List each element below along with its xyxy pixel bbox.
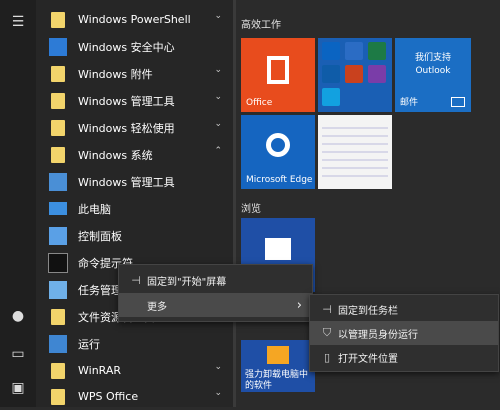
menu-item-pin-taskbar[interactable]: ⊣ 固定到任务栏 [310, 297, 498, 321]
tile-mail[interactable]: 我们支持 Outlook 邮件 [395, 38, 471, 112]
outlook-icon [322, 42, 340, 60]
app-label: WinRAR [78, 364, 122, 377]
left-rail: ☰ ● ▭ ▣ [0, 0, 36, 407]
folder-icon [48, 64, 68, 84]
context-menu: ⊣ 固定到"开始"屏幕 更多 › [118, 264, 313, 322]
app-item-wps[interactable]: WPS Office ⌄ [36, 383, 236, 410]
office-logo-icon [267, 56, 289, 84]
app-item-admin-tools-2[interactable]: Windows 管理工具 [36, 168, 236, 195]
onedrive-icon [322, 65, 340, 83]
chevron-down-icon: ⌄ [214, 65, 222, 75]
documents-icon[interactable]: ▭ [0, 338, 36, 370]
app-item-winrar[interactable]: WinRAR ⌄ [36, 357, 236, 384]
store-bag-icon [265, 238, 291, 260]
app-item-run[interactable]: 运行 [36, 330, 236, 357]
box-icon [267, 346, 289, 364]
tile-label: 强力卸载电脑中的软件 [245, 370, 309, 391]
app-item-accessories[interactable]: Windows 附件 ⌄ [36, 60, 236, 87]
powerpoint-icon [345, 65, 363, 83]
mail-tile-title: 我们支持 Outlook [414, 53, 451, 76]
folder-icon [48, 387, 68, 407]
hamburger-menu-icon[interactable]: ☰ [0, 6, 36, 38]
folder-icon [48, 118, 68, 138]
folder-icon [48, 91, 68, 111]
app-item-control-panel[interactable]: 控制面板 [36, 222, 236, 249]
document-preview-icon [322, 121, 388, 183]
app-label: Windows 安全中心 [78, 40, 175, 54]
folder-icon [48, 10, 68, 30]
menu-item-label: 更多 [147, 301, 167, 313]
menu-item-label: 打开文件位置 [338, 353, 398, 365]
edge-logo-icon [266, 133, 290, 157]
control-panel-icon [48, 226, 68, 246]
terminal-icon [48, 252, 68, 273]
chevron-down-icon: ⌄ [214, 92, 222, 102]
admin-tools-icon [48, 172, 68, 192]
pin-icon: ⊣ [322, 302, 332, 316]
sub-menu: ⊣ 固定到任务栏 ⛉ 以管理员身份运行 ▯ 打开文件位置 [309, 294, 499, 372]
app-label: 控制面板 [78, 229, 122, 243]
app-label: Windows 管理工具 [78, 94, 175, 108]
tile-office-apps-group[interactable] [318, 38, 392, 112]
app-label: Windows 系统 [78, 148, 153, 162]
tile-thumbnail[interactable] [318, 115, 392, 189]
app-label: 运行 [78, 337, 100, 351]
app-label: WPS Office [78, 390, 139, 403]
folder-icon [48, 307, 68, 327]
computer-icon [48, 199, 68, 219]
app-item-security[interactable]: Windows 安全中心 [36, 33, 236, 60]
tile-label: Microsoft Edge [246, 175, 313, 185]
scrollbar[interactable] [233, 0, 236, 407]
section-title-work: 高效工作 [241, 20, 281, 31]
app-item-this-pc[interactable]: 此电脑 [36, 195, 236, 222]
skype-icon [322, 88, 340, 106]
tile-office[interactable]: Office [241, 38, 315, 112]
section-title-browse: 浏览 [241, 204, 261, 215]
shield-icon [48, 37, 68, 57]
app-label: Windows 轻松使用 [78, 121, 175, 135]
task-manager-icon [48, 280, 68, 300]
tile-store-promo[interactable]: 强力卸载电脑中的软件 [241, 340, 315, 392]
folder-icon [48, 361, 68, 381]
app-item-admin-tools[interactable]: Windows 管理工具 ⌄ [36, 87, 236, 114]
tile-edge[interactable]: Microsoft Edge [241, 115, 315, 189]
chevron-down-icon: ⌄ [214, 362, 222, 372]
file-icon: ▯ [323, 350, 331, 364]
run-icon [48, 334, 68, 354]
onenote-icon [368, 65, 386, 83]
menu-item-label: 以管理员身份运行 [338, 329, 418, 341]
menu-item-label: 固定到任务栏 [338, 305, 398, 317]
app-item-ease-of-access[interactable]: Windows 轻松使用 ⌄ [36, 114, 236, 141]
app-label: Windows 管理工具 [78, 175, 175, 189]
excel-icon [368, 42, 386, 60]
app-label: Windows 附件 [78, 67, 153, 81]
app-item-system[interactable]: Windows 系统 ⌃ [36, 141, 236, 168]
menu-item-pin-start[interactable]: ⊣ 固定到"开始"屏幕 [119, 268, 312, 292]
envelope-icon [451, 97, 465, 107]
chevron-down-icon: ⌄ [214, 119, 222, 129]
menu-item-more[interactable]: 更多 › [119, 293, 312, 317]
app-label: 此电脑 [78, 202, 111, 216]
tile-label: 邮件 [400, 98, 419, 108]
folder-icon [48, 145, 68, 165]
app-label: Windows PowerShell [78, 13, 191, 26]
app-item-powershell[interactable]: Windows PowerShell ⌄ [36, 6, 236, 33]
pictures-icon[interactable]: ▣ [0, 372, 36, 404]
pin-icon: ⊣ [131, 273, 141, 287]
user-avatar-icon[interactable]: ● [0, 300, 36, 332]
menu-item-open-location[interactable]: ▯ 打开文件位置 [310, 345, 498, 369]
tile-label: Office [246, 98, 273, 108]
menu-item-run-as-admin[interactable]: ⛉ 以管理员身份运行 [310, 321, 498, 345]
shield-icon: ⛉ [322, 326, 332, 339]
word-icon [345, 42, 363, 60]
app-list: Windows PowerShell ⌄ Windows 安全中心 Windows… [36, 0, 236, 407]
chevron-up-icon: ⌃ [214, 146, 222, 156]
chevron-down-icon: ⌄ [214, 11, 222, 21]
menu-item-label: 固定到"开始"屏幕 [147, 276, 227, 288]
chevron-right-icon: › [296, 297, 302, 313]
chevron-down-icon: ⌄ [214, 388, 222, 398]
